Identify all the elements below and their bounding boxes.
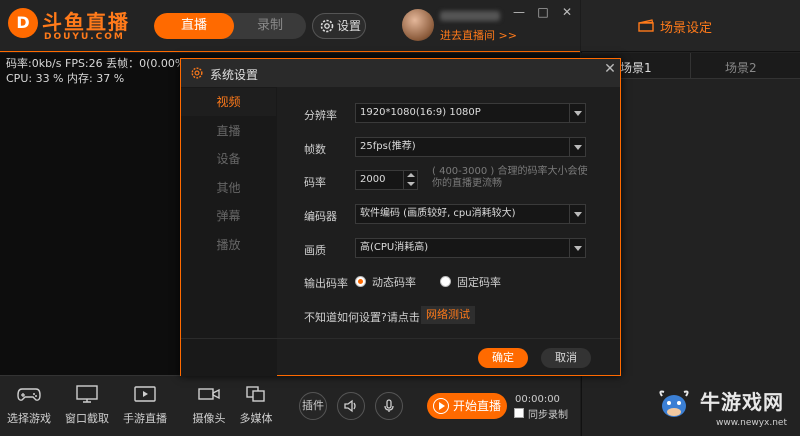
gamepad-icon bbox=[17, 388, 41, 401]
encoder-select[interactable]: 软件编码 (画质较好, cpu消耗较大) bbox=[355, 204, 586, 224]
window-capture-label: 窗口截取 bbox=[65, 412, 109, 425]
fps-value: 25fps(推荐) bbox=[360, 141, 416, 152]
sync-record-checkbox[interactable] bbox=[514, 408, 524, 418]
dialog-divider bbox=[181, 338, 620, 339]
select-game-label: 选择游戏 bbox=[7, 412, 51, 425]
live-timer: 00:00:00 bbox=[515, 394, 560, 405]
stepper-arrows-icon[interactable] bbox=[403, 171, 417, 189]
scene-settings-title: 场景设定 bbox=[660, 21, 713, 36]
scene-tab-2[interactable]: 场景2 bbox=[725, 59, 757, 76]
encoder-label: 编码器 bbox=[304, 210, 337, 223]
chevron-down-icon bbox=[569, 104, 585, 122]
brand-subtitle: DOUYU.COM bbox=[44, 32, 125, 42]
brand-title: 斗鱼直播 bbox=[42, 10, 130, 34]
plugin-button[interactable]: 插件 bbox=[299, 392, 327, 420]
settings-button[interactable]: 设置 bbox=[312, 13, 366, 39]
mobile-live-label: 手游直播 bbox=[123, 412, 167, 425]
encoder-value: 软件编码 (画质较好, cpu消耗较大) bbox=[360, 208, 516, 219]
cancel-button[interactable]: 取消 bbox=[541, 348, 591, 368]
quality-select[interactable]: 高(CPU消耗高) bbox=[355, 238, 586, 258]
camera-label: 摄像头 bbox=[192, 412, 226, 425]
resolution-value: 1920*1080(16:9) 1080P bbox=[360, 107, 481, 118]
tab-record[interactable]: 录制 bbox=[234, 13, 306, 39]
close-window-button[interactable]: ✕ bbox=[558, 4, 576, 20]
dialog-close-button[interactable]: ✕ bbox=[602, 61, 618, 77]
gear-icon bbox=[191, 67, 203, 79]
bitrate-hint: ( 400-3000 ) 合理的码率大小会使你的直播更流畅 bbox=[432, 166, 588, 189]
camera-tool[interactable]: 摄像头 bbox=[182, 384, 236, 426]
username-blurred bbox=[440, 11, 500, 21]
fps-select[interactable]: 25fps(推荐) bbox=[355, 137, 586, 157]
radio-dynamic-label: 动态码率 bbox=[372, 276, 416, 289]
radio-fixed-label: 固定码率 bbox=[457, 276, 501, 289]
window-capture-tool[interactable]: 窗口截取 bbox=[60, 384, 114, 426]
microphone-icon bbox=[384, 399, 394, 412]
output-bitrate-label: 输出码率 bbox=[304, 277, 348, 290]
maximize-button[interactable]: □ bbox=[534, 4, 552, 20]
resolution-select[interactable]: 1920*1080(16:9) 1080P bbox=[355, 103, 586, 123]
fps-label: 帧数 bbox=[304, 143, 326, 156]
radio-fixed-bitrate[interactable] bbox=[440, 276, 451, 287]
settings-label: 设置 bbox=[337, 19, 362, 33]
watermark-text: 牛游戏网 bbox=[700, 390, 784, 414]
mobile-live-tool[interactable]: 手游直播 bbox=[118, 384, 172, 426]
newyx-cow-logo-icon bbox=[659, 390, 689, 417]
scene-tab-divider bbox=[690, 53, 691, 79]
sync-record-label: 同步录制 bbox=[528, 410, 568, 421]
ok-button[interactable]: 确定 bbox=[478, 348, 528, 368]
tab-live[interactable]: 直播 bbox=[154, 13, 234, 39]
nav-danmaku[interactable]: 弹幕 bbox=[181, 202, 276, 230]
help-text: 不知道如何设置?请点击 bbox=[304, 311, 420, 324]
monitor-icon bbox=[76, 385, 98, 403]
chevron-down-icon bbox=[569, 138, 585, 156]
douyu-logo-icon: D bbox=[8, 8, 38, 38]
gear-icon bbox=[320, 19, 334, 33]
play-icon bbox=[433, 398, 449, 414]
mode-switch: 直播 录制 bbox=[154, 13, 306, 39]
multimedia-label: 多媒体 bbox=[239, 412, 273, 425]
watermark-url: www.newyx.net bbox=[716, 418, 788, 428]
speaker-icon bbox=[344, 399, 356, 413]
multimedia-icon bbox=[246, 386, 265, 402]
multimedia-tool[interactable]: 多媒体 bbox=[229, 384, 283, 426]
avatar[interactable] bbox=[402, 9, 434, 41]
chevron-down-icon bbox=[569, 239, 585, 257]
window-controls: — □ ✕ bbox=[510, 4, 576, 20]
mobile-screen-icon bbox=[134, 386, 156, 402]
network-test-button[interactable]: 网络测试 bbox=[421, 306, 475, 324]
select-game-tool[interactable]: 选择游戏 bbox=[2, 384, 56, 426]
dialog-title: 系统设置 bbox=[210, 68, 259, 82]
nav-video[interactable]: 视频 bbox=[181, 88, 276, 116]
chevron-down-icon bbox=[569, 205, 585, 223]
start-live-label: 开始直播 bbox=[453, 399, 502, 413]
minimize-button[interactable]: — bbox=[510, 4, 528, 20]
clapperboard-icon bbox=[638, 19, 654, 32]
quality-value: 高(CPU消耗高) bbox=[360, 242, 429, 253]
enter-room-link[interactable]: 进去直播间 >> bbox=[440, 27, 517, 43]
nav-device[interactable]: 设备 bbox=[181, 145, 276, 173]
microphone-button[interactable] bbox=[375, 392, 403, 420]
nav-playback[interactable]: 播放 bbox=[181, 231, 276, 259]
stats-line-1: 码率:0kb/s FPS:26 丢帧：0(0.00%) bbox=[6, 57, 190, 70]
nav-other[interactable]: 其他 bbox=[181, 174, 276, 202]
camera-icon bbox=[198, 388, 220, 400]
bitrate-value: 2000 bbox=[360, 174, 386, 185]
start-live-button[interactable]: 开始直播 bbox=[427, 393, 507, 419]
radio-dynamic-bitrate[interactable] bbox=[355, 276, 366, 287]
nav-live[interactable]: 直播 bbox=[181, 117, 276, 145]
quality-label: 画质 bbox=[304, 244, 326, 257]
speaker-button[interactable] bbox=[337, 392, 365, 420]
bitrate-label: 码率 bbox=[304, 176, 326, 189]
resolution-label: 分辨率 bbox=[304, 109, 337, 122]
scene-tab-1[interactable]: 场景1 bbox=[620, 59, 652, 76]
stats-line-2: CPU: 33 % 内存: 37 % bbox=[6, 72, 125, 85]
bitrate-stepper[interactable]: 2000 bbox=[355, 170, 418, 190]
